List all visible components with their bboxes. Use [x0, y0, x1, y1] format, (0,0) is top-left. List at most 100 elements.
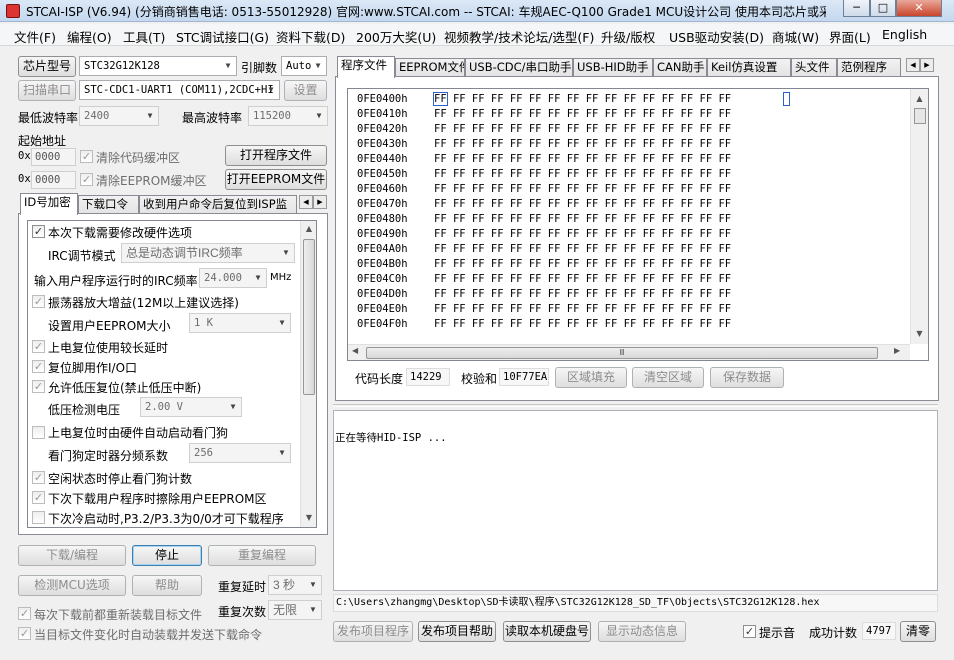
tab-keil-emulation[interactable]: Keil仿真设置 — [707, 58, 791, 77]
scroll-left-icon[interactable]: ◀ — [352, 346, 358, 355]
clear-code-checkbox[interactable]: ✓ — [80, 150, 93, 163]
hex-vscrollbar[interactable]: ▲ ▼ — [910, 89, 928, 344]
scroll-right-icon[interactable]: ▶ — [894, 346, 900, 355]
scroll-down-icon[interactable]: ▼ — [301, 513, 316, 522]
tab-eeprom-file[interactable]: EEPROM文件 — [395, 58, 465, 77]
hex-view[interactable]: 0FE0400h FF FF FF FF FF FF FF FF FF FF FF… — [347, 88, 929, 361]
tab-usb-cdc-serial[interactable]: USB-CDC/串口助手 — [465, 58, 573, 77]
menu-video[interactable]: 视频教学/技术论坛/选型(F) — [444, 27, 594, 46]
wdt-divider-value: 256 — [194, 447, 213, 459]
tab-can[interactable]: CAN助手 — [653, 58, 707, 77]
irc-mode-select[interactable]: 总是动态调节IRC频率 ▼ — [121, 243, 295, 263]
open-program-file-button[interactable]: 打开程序文件 — [225, 145, 327, 166]
close-button[interactable]: ✕ — [896, 0, 942, 17]
publish-help-button[interactable]: 发布项目帮助 — [418, 621, 496, 642]
open-eeprom-file-button[interactable]: 打开EEPROM文件 — [225, 169, 327, 190]
panel-splitter[interactable] — [333, 404, 938, 407]
low-voltage-reset-checkbox[interactable]: ✓ — [32, 380, 45, 393]
auto-send-checkbox[interactable]: ✓ — [18, 627, 31, 640]
menu-file[interactable]: 文件(F) — [14, 27, 56, 46]
p32-download-checkbox[interactable] — [32, 511, 45, 524]
menu-program[interactable]: 编程(O) — [67, 27, 112, 46]
repeat-count-select[interactable]: 无限 ▼ — [268, 600, 322, 620]
check-mcu-button[interactable]: 检测MCU选项 — [18, 575, 126, 596]
osc-gain-checkbox[interactable]: ✓ — [32, 295, 45, 308]
port-select[interactable]: STC-CDC1-UART1 (COM11),2CDC+HI ▼ — [79, 80, 280, 100]
show-dynamic-info-button[interactable]: 显示动态信息 — [598, 621, 686, 642]
repeat-delay-select[interactable]: 3 秒 ▼ — [268, 575, 322, 595]
scroll-up-icon[interactable]: ▲ — [301, 224, 316, 233]
tab-id-encrypt[interactable]: ID号加密 — [20, 193, 78, 215]
scroll-up-icon[interactable]: ▲ — [911, 94, 928, 103]
scroll-thumb[interactable] — [914, 108, 926, 124]
scroll-down-icon[interactable]: ▼ — [911, 329, 928, 338]
tab-scroll-left-icon[interactable]: ◀ — [299, 195, 313, 209]
tab-scroll-left-icon[interactable]: ◀ — [906, 58, 920, 72]
publish-program-button[interactable]: 发布项目程序 — [333, 621, 413, 642]
tab-scroll-right-icon[interactable]: ▶ — [313, 195, 327, 209]
menu-download[interactable]: 资料下载(D) — [276, 27, 345, 46]
reset-count-button[interactable]: 清零 — [900, 621, 936, 642]
menu-debug[interactable]: STC调试接口(G) — [176, 27, 269, 46]
hardware-options-panel: ✓ 本次下载需要修改硬件选项 IRC调节模式 总是动态调节IRC频率 ▼ 输入用户… — [27, 220, 317, 528]
download-program-button[interactable]: 下载/编程 — [18, 545, 126, 566]
tab-program-file[interactable]: 程序文件 — [337, 56, 395, 78]
pin-count-select[interactable]: Auto ▼ — [281, 56, 327, 76]
options-scrollbar[interactable]: ▲ ▼ — [300, 221, 316, 527]
menu-shop[interactable]: 商城(W) — [772, 27, 819, 46]
tab-scroll-right-icon[interactable]: ▶ — [920, 58, 934, 72]
reset-pin-io-checkbox[interactable]: ✓ — [32, 360, 45, 373]
code-start-address-input[interactable]: 0000 — [31, 148, 76, 166]
hex-address: 0FE0430h — [357, 138, 408, 150]
tab-header-file[interactable]: 头文件 — [791, 58, 837, 77]
menu-usb-driver[interactable]: USB驱动安装(D) — [669, 27, 764, 46]
chip-model-button[interactable]: 芯片型号 — [18, 56, 76, 77]
region-fill-button[interactable]: 区域填充 — [555, 367, 627, 388]
lv-threshold-select[interactable]: 2.00 V ▼ — [140, 397, 242, 417]
tab-usb-hid[interactable]: USB-HID助手 — [573, 58, 653, 77]
clear-region-button[interactable]: 清空区域 — [632, 367, 704, 388]
scroll-thumb[interactable] — [303, 239, 315, 395]
clear-code-label: 清除代码缓冲区 — [96, 151, 181, 165]
menu-prize[interactable]: 200万大奖(U) — [356, 27, 436, 46]
menu-english[interactable]: English — [882, 27, 927, 42]
tab-download-password[interactable]: 下载口令 — [78, 195, 139, 214]
minimize-button[interactable]: ─ — [843, 0, 870, 17]
long-delay-checkbox[interactable]: ✓ — [32, 340, 45, 353]
stop-button[interactable]: 停止 — [132, 545, 202, 566]
eeprom-start-address-input[interactable]: 0000 — [31, 171, 76, 189]
wdt-divider-select[interactable]: 256 ▼ — [189, 443, 291, 463]
hw-watchdog-checkbox[interactable] — [32, 426, 45, 439]
chip-model-value: STC32G12K128 — [84, 60, 160, 72]
menu-upgrade[interactable]: 升级/版权 — [601, 27, 655, 46]
title-bar[interactable]: STCAI-ISP (V6.94) (分销商销售电话: 0513-5501292… — [0, 0, 954, 22]
min-baud-label: 最低波特率 — [18, 111, 79, 125]
clear-eeprom-checkbox[interactable]: ✓ — [80, 173, 93, 186]
status-log[interactable]: 正在等待HID-ISP ... — [333, 410, 938, 591]
hex-hscrollbar[interactable]: ◀ Ⅲ ▶ — [348, 344, 910, 360]
scroll-thumb[interactable]: Ⅲ — [366, 347, 878, 359]
tab-reset-to-isp[interactable]: 收到用户命令后复位到ISP监 — [139, 195, 297, 214]
settings-button[interactable]: 设置 — [284, 80, 327, 101]
max-baud-select[interactable]: 115200 ▼ — [248, 106, 328, 126]
reload-before-download-checkbox[interactable]: ✓ — [18, 607, 31, 620]
save-data-button[interactable]: 保存数据 — [710, 367, 784, 388]
modify-hw-options-checkbox[interactable]: ✓ — [32, 225, 45, 238]
repeat-program-button[interactable]: 重复编程 — [208, 545, 316, 566]
chip-model-select[interactable]: STC32G12K128 ▼ — [79, 56, 237, 76]
erase-eeprom-checkbox[interactable]: ✓ — [32, 491, 45, 504]
read-disk-id-button[interactable]: 读取本机硬盘号 — [503, 621, 591, 642]
help-button[interactable]: 帮助 — [132, 575, 202, 596]
menu-tools[interactable]: 工具(T) — [123, 27, 165, 46]
menu-interface[interactable]: 界面(L) — [829, 27, 871, 46]
min-baud-select[interactable]: 2400 ▼ — [79, 106, 159, 126]
scan-port-button[interactable]: 扫描串口 — [18, 80, 76, 101]
addr2-prefix: 0x — [18, 173, 31, 185]
irc-freq-select[interactable]: 24.000 ▼ — [199, 268, 267, 288]
chevron-down-icon: ▼ — [309, 580, 317, 589]
maximize-button[interactable]: □ — [870, 0, 896, 17]
beep-checkbox[interactable]: ✓ — [743, 625, 756, 638]
eeprom-size-select[interactable]: 1 K ▼ — [189, 313, 291, 333]
tab-examples[interactable]: 范例程序 — [837, 58, 901, 77]
idle-stop-wdt-checkbox[interactable]: ✓ — [32, 471, 45, 484]
